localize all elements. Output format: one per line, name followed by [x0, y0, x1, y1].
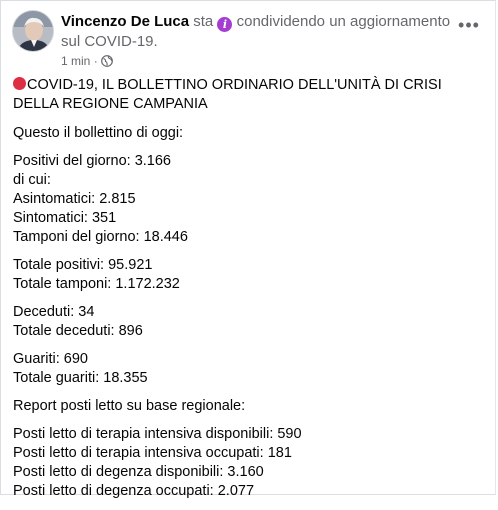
text-line: Positivi del giorno: 3.166: [13, 153, 171, 169]
post-title-line: Vincenzo De Luca sta i condividendo un a…: [61, 12, 461, 52]
paragraph-daily: Positivi del giorno: 3.166 di cui: Asint…: [13, 152, 485, 247]
text-line: Posti letto di terapia intensiva disponi…: [13, 426, 302, 442]
text-line: Report posti letto su base regionale:: [13, 398, 246, 414]
paragraph-intro: Questo il bollettino di oggi:: [13, 124, 485, 143]
post-card: Vincenzo De Luca sta i condividendo un a…: [0, 0, 496, 499]
action-prefix: sta: [193, 13, 214, 30]
avatar-image: [13, 11, 53, 51]
text-line: Sintomatici: 351: [13, 210, 117, 226]
post-time[interactable]: 1 min: [61, 54, 90, 68]
globe-icon[interactable]: [101, 55, 113, 70]
post-content: COVID-19, IL BOLLETTINO ORDINARIO DELL'U…: [13, 76, 485, 510]
text-line: di cui:: [13, 172, 51, 188]
paragraph-deaths: Deceduti: 34 Totale deceduti: 896: [13, 303, 485, 341]
text-line: Posti letto di terapia intensiva occupat…: [13, 445, 292, 461]
text-line: Totale positivi: 95.921: [13, 257, 153, 273]
post-heading-text: COVID-19, IL BOLLETTINO ORDINARIO DELL'U…: [13, 77, 442, 112]
text-line: Posti letto di degenza occupati: 2.077: [13, 483, 255, 499]
more-options-icon[interactable]: •••: [457, 16, 481, 34]
avatar[interactable]: [13, 11, 53, 51]
text-line: Deceduti: 34: [13, 304, 95, 320]
text-line: Tamponi del giorno: 18.446: [13, 229, 188, 245]
paragraph-report-heading: Report posti letto su base regionale:: [13, 397, 485, 416]
text-line: Guariti: 690: [13, 351, 88, 367]
author-name[interactable]: Vincenzo De Luca: [61, 13, 189, 30]
info-icon[interactable]: i: [217, 17, 233, 32]
text-line: Totale deceduti: 896: [13, 323, 143, 339]
text-line: Questo il bollettino di oggi:: [13, 125, 184, 141]
text-line: Posti letto di degenza disponibili: 3.16…: [13, 464, 264, 480]
text-line: Totale guariti: 18.355: [13, 370, 148, 386]
paragraph-beds: Posti letto di terapia intensiva disponi…: [13, 425, 485, 501]
paragraph-recovered: Guariti: 690 Totale guariti: 18.355: [13, 350, 485, 388]
red-circle-icon: [13, 77, 26, 90]
post-heading: COVID-19, IL BOLLETTINO ORDINARIO DELL'U…: [13, 76, 485, 114]
text-line: Totale tamponi: 1.172.232: [13, 276, 180, 292]
text-line: Asintomatici: 2.815: [13, 191, 136, 207]
post-header: Vincenzo De Luca sta i condividendo un a…: [13, 11, 483, 70]
paragraph-totals: Totale positivi: 95.921 Totale tamponi: …: [13, 256, 485, 294]
meta-separator: ·: [93, 54, 98, 68]
post-meta: 1 min ·: [61, 54, 113, 70]
